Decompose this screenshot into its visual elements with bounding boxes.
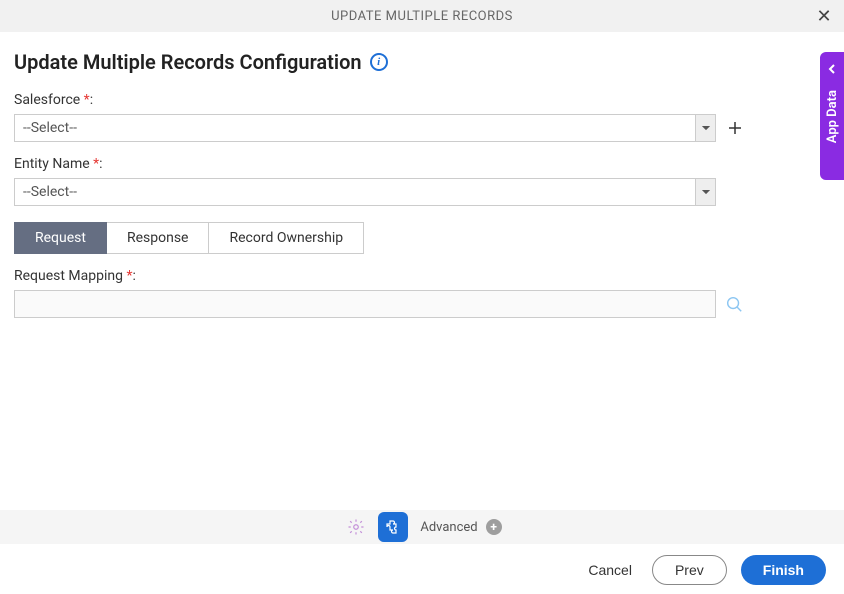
advanced-add-icon[interactable]: + [486, 519, 502, 535]
content-area: Update Multiple Records Configuration i … [0, 32, 844, 318]
required-marker: * [80, 92, 90, 108]
close-icon[interactable]: ✕ [812, 4, 836, 28]
tab-request[interactable]: Request [14, 222, 107, 254]
entity-label: Entity Name *: [14, 156, 824, 172]
puzzle-icon[interactable] [378, 512, 408, 542]
label-colon: : [90, 92, 93, 108]
prev-button[interactable]: Prev [652, 555, 727, 585]
cancel-button[interactable]: Cancel [582, 561, 638, 579]
label-text: Salesforce [14, 92, 80, 108]
add-salesforce-button[interactable] [726, 119, 744, 137]
chevron-left-icon [827, 62, 837, 78]
dialog-header: UPDATE MULTIPLE RECORDS ✕ [0, 0, 844, 32]
finish-button[interactable]: Finish [741, 555, 826, 585]
dialog-title: UPDATE MULTIPLE RECORDS [0, 9, 844, 24]
request-mapping-row [14, 290, 824, 318]
label-text: Request Mapping [14, 268, 123, 284]
tab-record-ownership[interactable]: Record Ownership [209, 222, 364, 254]
tab-response[interactable]: Response [107, 222, 210, 254]
salesforce-label: Salesforce *: [14, 92, 824, 108]
required-marker: * [123, 268, 133, 284]
advanced-label: Advanced [420, 520, 477, 535]
chevron-down-icon[interactable] [695, 115, 715, 141]
advanced-bar: Advanced + [0, 510, 844, 544]
label-colon: : [99, 156, 102, 172]
page-title: Update Multiple Records Configuration [14, 50, 362, 74]
app-data-label: App Data [825, 90, 840, 143]
label-text: Entity Name [14, 156, 90, 172]
salesforce-select[interactable]: --Select-- [14, 114, 716, 142]
entity-field: Entity Name *: --Select-- [14, 156, 824, 206]
lookup-icon[interactable] [724, 294, 744, 314]
gear-icon[interactable] [342, 513, 370, 541]
entity-value: --Select-- [15, 179, 695, 205]
page-title-row: Update Multiple Records Configuration i [14, 50, 824, 74]
app-data-panel-toggle[interactable]: App Data [820, 52, 844, 180]
request-mapping-label: Request Mapping *: [14, 268, 824, 284]
info-icon[interactable]: i [370, 53, 388, 71]
request-mapping-input[interactable] [14, 290, 716, 318]
salesforce-field: Salesforce *: --Select-- [14, 92, 824, 142]
label-colon: : [133, 268, 136, 284]
entity-row: --Select-- [14, 178, 824, 206]
salesforce-value: --Select-- [15, 115, 695, 141]
chevron-down-icon[interactable] [695, 179, 715, 205]
tab-bar: Request Response Record Ownership [14, 222, 824, 254]
required-marker: * [90, 156, 100, 172]
request-mapping-field: Request Mapping *: [14, 268, 824, 318]
entity-select[interactable]: --Select-- [14, 178, 716, 206]
footer: Cancel Prev Finish [0, 546, 844, 594]
salesforce-row: --Select-- [14, 114, 824, 142]
